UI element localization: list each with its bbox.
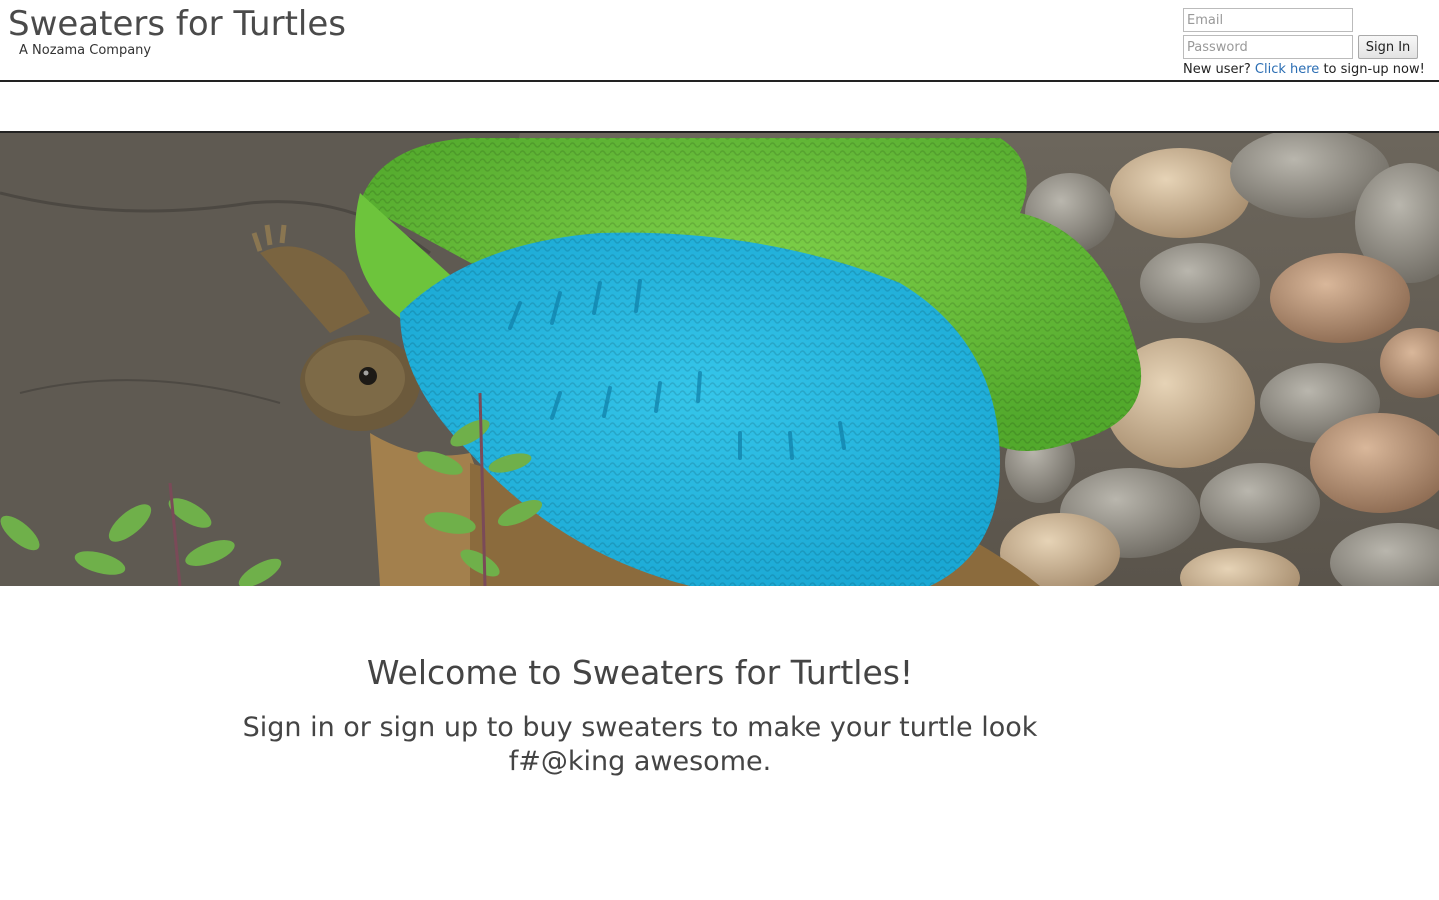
hero-image — [0, 133, 1439, 586]
email-field[interactable] — [1183, 8, 1353, 32]
tagline-text: Sign in or sign up to buy sweaters to ma… — [242, 712, 1038, 777]
hero-banner — [0, 131, 1439, 586]
welcome-heading: Welcome to Sweaters for Turtles! — [366, 653, 914, 692]
signup-suffix-text: to sign-up now! — [1323, 62, 1425, 77]
sign-in-button[interactable]: Sign In — [1358, 35, 1418, 59]
signup-link[interactable]: Click here — [1255, 62, 1319, 77]
password-field[interactable] — [1183, 35, 1353, 59]
login-form: Sign In New user? Click here to sign-up … — [1183, 8, 1433, 80]
site-header: Sweaters for Turtles A Nozama Company Si… — [0, 0, 1439, 82]
site-title: Sweaters for Turtles — [8, 4, 346, 44]
new-user-text: New user? — [1183, 62, 1251, 77]
signup-prompt: New user? Click here to sign-up now! — [1183, 62, 1425, 78]
site-subtitle: A Nozama Company — [19, 43, 152, 58]
